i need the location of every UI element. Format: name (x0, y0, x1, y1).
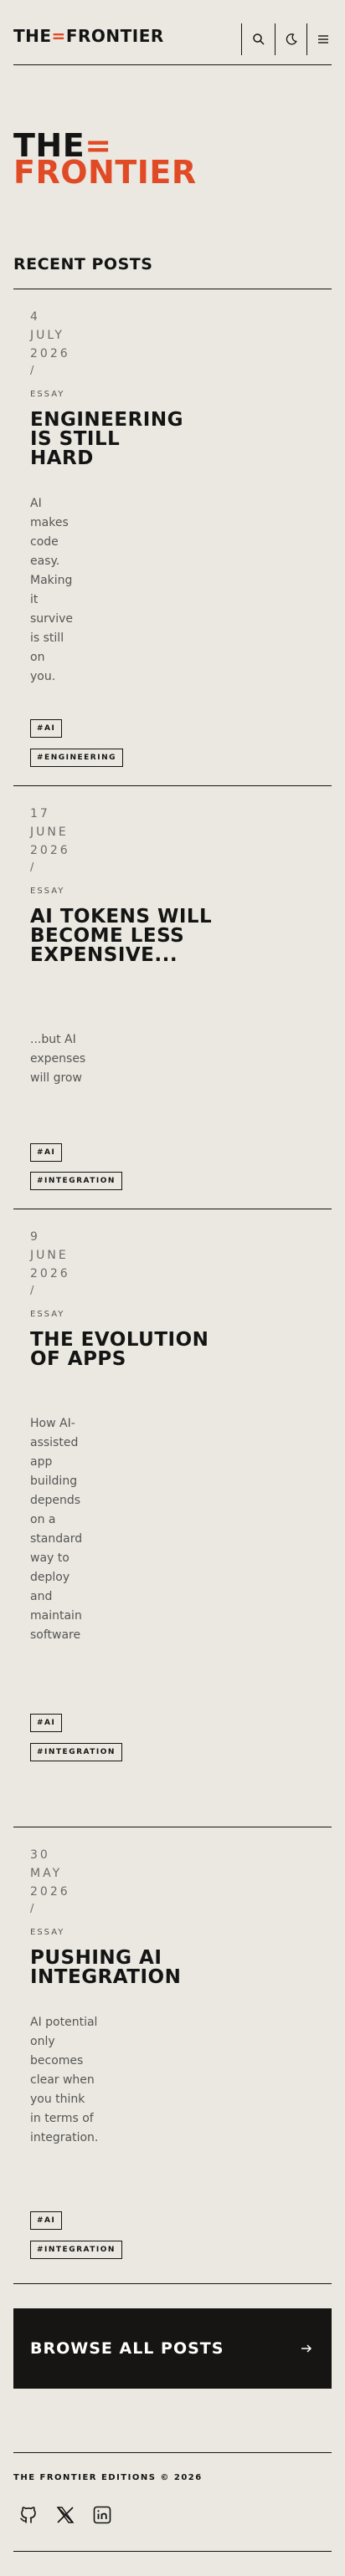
post-title[interactable]: THE EVOLUTION OF APPS (30, 1331, 239, 1369)
post-title[interactable]: AI TOKENS WILL BECOME LESS EXPENSIVE... (30, 907, 256, 965)
tag-engineering[interactable]: #ENGINEERING (30, 749, 123, 767)
footer-copyright: THE FRONTIER EDITIONS © 2026 (13, 2473, 203, 2482)
post-category: ESSAY (30, 390, 65, 399)
search-button[interactable] (244, 23, 274, 55)
menu-button[interactable] (308, 23, 338, 55)
tag-ai[interactable]: #AI (30, 1714, 63, 1732)
post-excerpt: How AI-assisted app building depends on … (30, 1417, 83, 1642)
tag-ai[interactable]: #AI (30, 719, 63, 738)
linkedin-link[interactable] (90, 2503, 114, 2527)
post-date: 30 MAY 2026 (30, 1848, 70, 1899)
header-rule (13, 64, 332, 65)
github-link[interactable] (17, 2503, 40, 2527)
post-separator: / (30, 861, 34, 874)
header-divider (306, 23, 307, 55)
x-link[interactable] (54, 2503, 77, 2527)
post-category: ESSAY (30, 1310, 65, 1319)
post-title[interactable]: PUSHING AI INTEGRATION (30, 1949, 273, 1987)
section-title: RECENT POSTS (13, 255, 153, 273)
linkedin-icon (93, 2506, 111, 2524)
arrow-right-icon (301, 2344, 312, 2353)
header-divider (241, 23, 242, 55)
post-separator: / (30, 365, 34, 377)
post-title[interactable]: ENGINEERING IS STILL HARD (30, 411, 183, 468)
tag-integration[interactable]: #INTEGRATION (30, 1743, 122, 1761)
tag-ai[interactable]: #AI (30, 2211, 63, 2230)
post-card[interactable]: 30 MAY 2026 / ESSAY PUSHING AI INTEGRATION… (13, 1827, 332, 2283)
post-divider (13, 2283, 332, 2284)
post-card[interactable]: 9 JUNE 2026 / ESSAY THE EVOLUTION OF APPS … (13, 1209, 332, 1827)
github-icon (20, 2507, 36, 2523)
post-date: 9 JUNE 2026 (30, 1230, 70, 1280)
logo-accent: = (51, 26, 66, 46)
x-icon (56, 2507, 75, 2523)
menu-icon (318, 35, 328, 43)
hero-title: THE= FRONTIER (13, 127, 197, 191)
post-category: ESSAY (30, 1928, 65, 1937)
footer-rule (13, 2452, 332, 2453)
moon-icon (286, 33, 297, 45)
post-excerpt: AI makes code easy. Making it survive is… (30, 497, 73, 683)
post-separator: / (30, 1285, 34, 1297)
theme-toggle-button[interactable] (276, 23, 306, 55)
post-date: 4 JULY 2026 (30, 310, 70, 360)
footer-bottom-rule (13, 2551, 332, 2552)
site-logo[interactable]: THE=FRONTIER (13, 28, 164, 44)
search-icon (253, 33, 265, 45)
site-header: THE=FRONTIER (0, 0, 345, 65)
browse-label: BROWSE ALL POSTS (30, 2338, 224, 2358)
browse-all-posts-button[interactable]: BROWSE ALL POSTS (13, 2308, 332, 2389)
tag-integration[interactable]: #INTEGRATION (30, 1172, 122, 1190)
post-separator: / (30, 1903, 34, 1915)
post-card[interactable]: 17 JUNE 2026 / ESSAY AI TOKENS WILL BECOME… (13, 786, 332, 1209)
tag-ai[interactable]: #AI (30, 1143, 63, 1162)
tag-integration[interactable]: #INTEGRATION (30, 2241, 122, 2259)
post-date: 17 JUNE 2026 (30, 807, 70, 857)
post-card[interactable]: 4 JULY 2026 / ESSAY ENGINEERING IS STILL H… (13, 289, 332, 785)
post-excerpt: ...but AI expenses will grow (30, 1033, 86, 1085)
post-category: ESSAY (30, 887, 65, 896)
post-excerpt: AI potential only becomes clear when you… (30, 2016, 99, 2144)
